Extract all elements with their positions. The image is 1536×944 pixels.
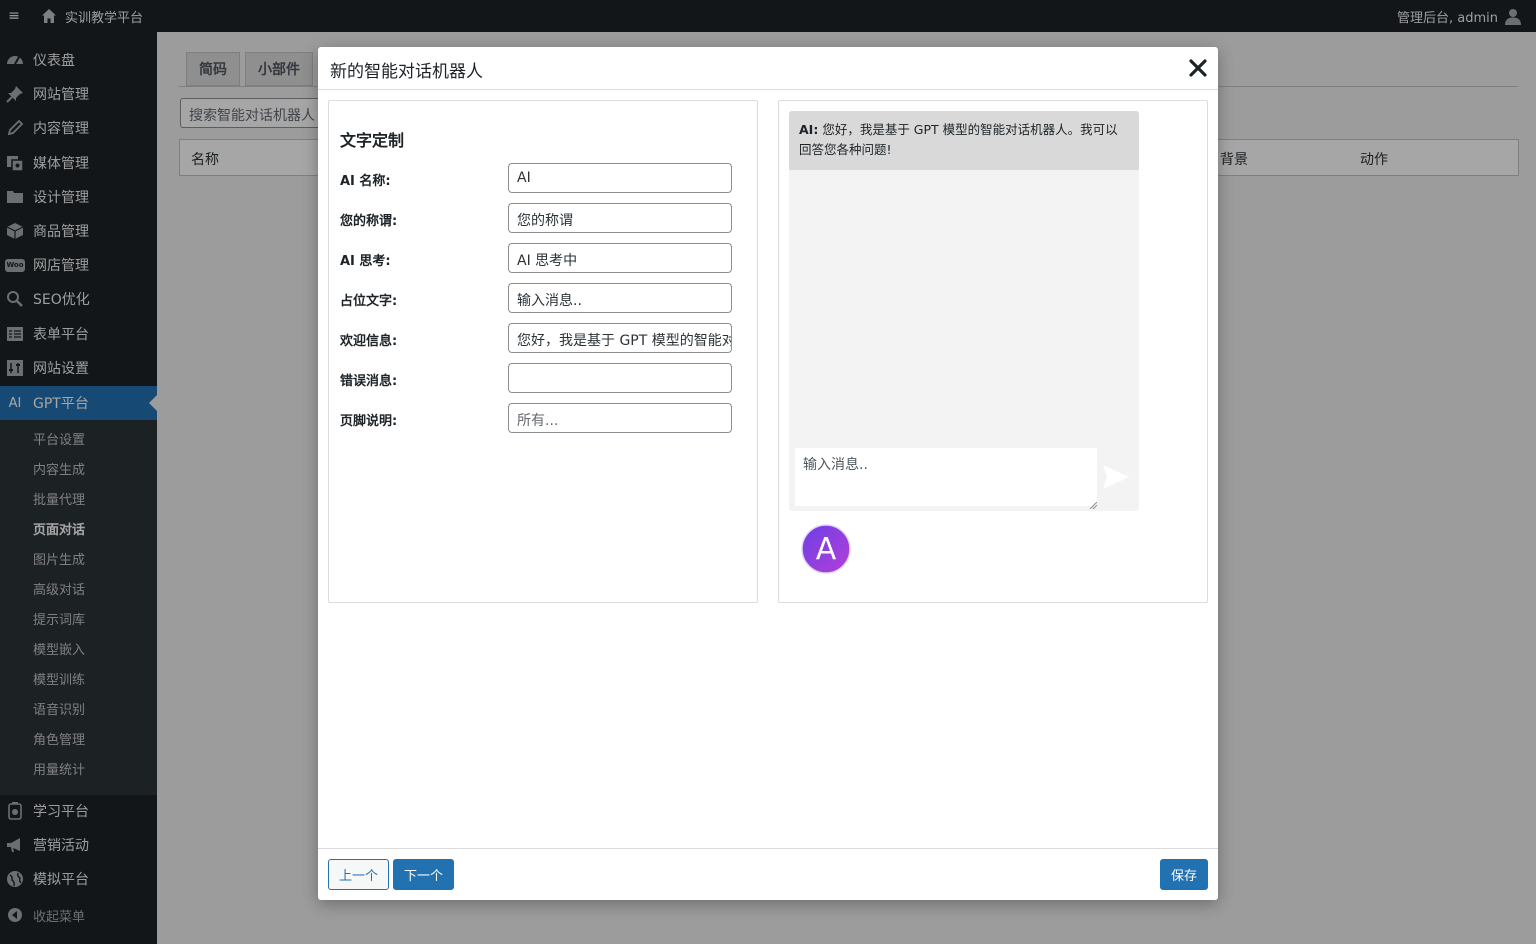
resize-grip-icon[interactable] xyxy=(1089,498,1098,510)
error-message-label: 错误消息: xyxy=(340,374,398,389)
previous-button[interactable]: 上一个 xyxy=(328,859,389,890)
ai-thinking-label: AI 思考: xyxy=(340,254,391,269)
text-customization-panel: 文字定制 AI 名称: AI 您的称谓: 您的称谓 AI 思考: AI 思考中 … xyxy=(328,100,758,603)
ai-name-input[interactable]: AI xyxy=(508,163,732,193)
chat-message-input[interactable]: 输入消息.. xyxy=(795,448,1097,506)
dialog-title: 新的智能对话机器人 xyxy=(330,62,483,82)
bot-avatar[interactable]: A xyxy=(801,524,851,574)
avatar-letter: A xyxy=(816,532,837,567)
user-title-label: 您的称谓: xyxy=(340,214,398,229)
dialog-footer: 上一个 下一个 保存 xyxy=(318,848,1218,900)
welcome-message-input[interactable]: 您好，我是基于 GPT 模型的智能对话机器人。我可以回答您各种问题! xyxy=(508,323,732,353)
welcome-message-row: 欢迎信息: 您好，我是基于 GPT 模型的智能对话机器人。我可以回答您各种问题! xyxy=(340,323,732,353)
ai-welcome-message: AI: 您好，我是基于 GPT 模型的智能对话机器人。我可以回答您各种问题! xyxy=(789,111,1139,170)
dialog-header: 新的智能对话机器人 xyxy=(318,47,1218,90)
new-bot-dialog: 新的智能对话机器人 文字定制 AI 名称: AI 您的称谓: 您的称谓 AI 思… xyxy=(318,47,1218,900)
user-title-input[interactable]: 您的称谓 xyxy=(508,203,732,233)
placeholder-text-input[interactable]: 输入消息.. xyxy=(508,283,732,313)
chat-preview-box: AI: 您好，我是基于 GPT 模型的智能对话机器人。我可以回答您各种问题! 输… xyxy=(789,111,1139,511)
footer-note-label: 页脚说明: xyxy=(340,414,398,429)
welcome-text: 您好，我是基于 GPT 模型的智能对话机器人。我可以回答您各种问题! xyxy=(799,122,1118,157)
footer-note-input[interactable]: 所有... xyxy=(508,403,732,433)
ai-thinking-row: AI 思考: AI 思考中 xyxy=(340,243,732,273)
error-message-input[interactable] xyxy=(508,363,732,393)
ai-name-label: AI 名称: xyxy=(340,174,391,189)
footer-note-row: 页脚说明: 所有... xyxy=(340,403,732,433)
section-title: 文字定制 xyxy=(340,131,405,150)
error-message-row: 错误消息: xyxy=(340,363,732,393)
chat-preview-panel: AI: 您好，我是基于 GPT 模型的智能对话机器人。我可以回答您各种问题! 输… xyxy=(778,100,1208,603)
placeholder-text-label: 占位文字: xyxy=(340,294,398,309)
user-title-row: 您的称谓: 您的称谓 xyxy=(340,203,732,233)
next-button[interactable]: 下一个 xyxy=(393,859,454,890)
send-icon[interactable] xyxy=(1102,464,1130,490)
placeholder-text-row: 占位文字: 输入消息.. xyxy=(340,283,732,313)
save-button[interactable]: 保存 xyxy=(1160,859,1208,890)
ai-thinking-input[interactable]: AI 思考中 xyxy=(508,243,732,273)
ai-name-prefix: AI: xyxy=(799,122,819,137)
ai-name-row: AI 名称: AI xyxy=(340,163,732,193)
close-icon[interactable] xyxy=(1186,56,1210,80)
welcome-message-label: 欢迎信息: xyxy=(340,334,398,349)
